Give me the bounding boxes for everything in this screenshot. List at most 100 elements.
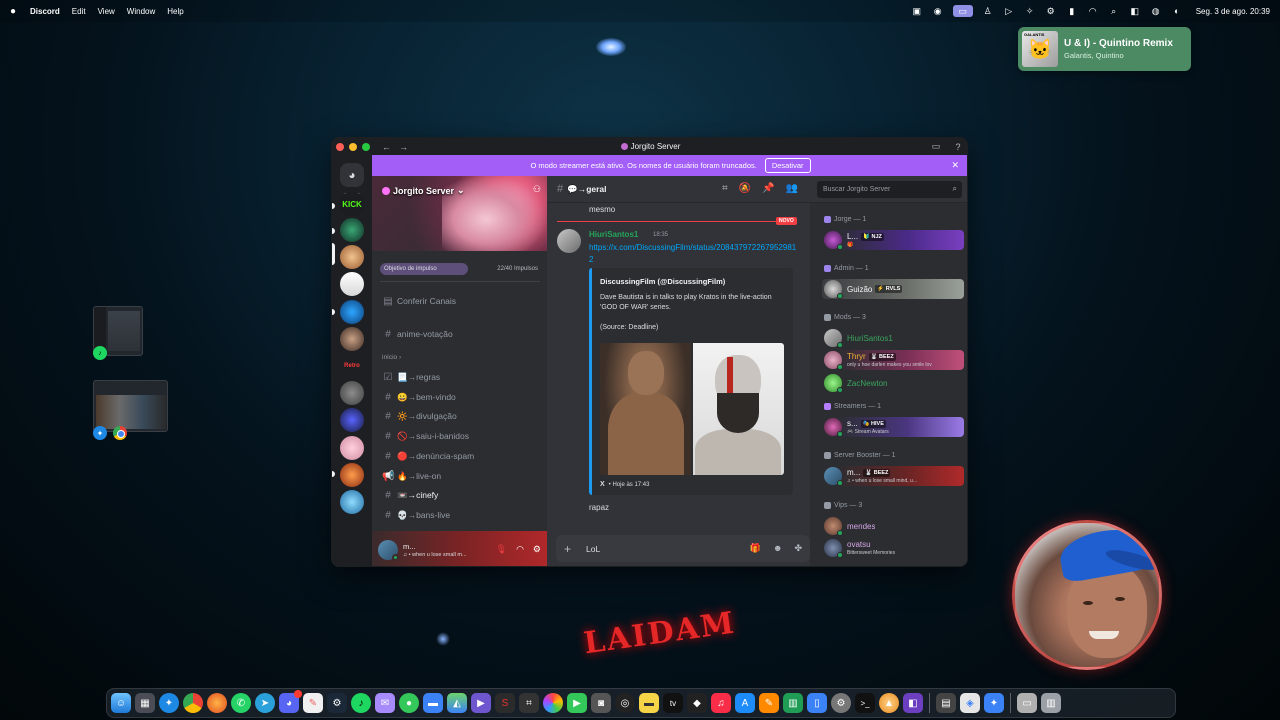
maps-icon[interactable]: ◭ (447, 693, 467, 713)
safari-icon[interactable]: ✦ (159, 693, 179, 713)
channel-bans-live[interactable]: # 💀→bans-live (380, 507, 540, 523)
apple-menu-icon[interactable]: ● (10, 6, 20, 17)
mail-icon[interactable]: ✉ (375, 693, 395, 713)
avatar[interactable] (557, 229, 581, 253)
forward-arrow-icon[interactable]: → (399, 142, 408, 152)
trash-icon[interactable]: ▥ (1041, 693, 1061, 713)
app-menu[interactable]: Discord (30, 7, 60, 16)
downloads-icon[interactable]: ◈ (960, 693, 980, 713)
browse-channels[interactable]: ▤ Conferir Canais (380, 293, 540, 309)
menu-view[interactable]: View (98, 7, 115, 16)
camera-icon[interactable]: ◙ (591, 693, 611, 713)
photos-icon[interactable] (543, 693, 563, 713)
member-item[interactable]: ovatsu Bittersweet Memories (822, 538, 964, 558)
channel-cinefy[interactable]: # 📼→cinefy (380, 487, 540, 503)
menu-help[interactable]: Help (167, 7, 183, 16)
server-kick[interactable]: KICK (340, 192, 364, 216)
pencil-icon[interactable]: ✎ (759, 693, 779, 713)
notification-muted-icon[interactable]: 🔕 (739, 183, 751, 194)
gift-icon[interactable]: 🎁 (750, 543, 761, 554)
disable-streamer-button[interactable]: Desativar (764, 158, 811, 173)
server-retro[interactable]: Retro (340, 354, 364, 378)
server-orange[interactable] (340, 463, 364, 487)
close-icon[interactable]: ✕ (951, 160, 959, 171)
control-center-icon[interactable]: ◧ (1129, 5, 1141, 17)
discord-home-icon[interactable]: ◕ (340, 163, 364, 187)
member-item[interactable]: Thryr 🐰 BEEZ only u hoe darlen makes you s… (822, 350, 964, 370)
steam-icon[interactable]: ⚙ (327, 693, 347, 713)
invite-icon[interactable]: ⚇ (533, 184, 541, 195)
shortcuts-icon[interactable]: ◆ (687, 693, 707, 713)
search-icon[interactable]: ⌕ (1108, 5, 1120, 17)
search-input[interactable]: Buscar Jorgito Server ⌕ (817, 181, 962, 198)
headphones-icon[interactable]: ◠ (516, 544, 524, 555)
server-cyan[interactable] (340, 490, 364, 514)
screenshot-icon[interactable]: ⌗ (519, 693, 539, 713)
zoom-window-button[interactable] (362, 142, 370, 151)
stickies-icon[interactable]: ▬ (639, 693, 659, 713)
sublime-icon[interactable]: S (495, 693, 515, 713)
message-author[interactable]: HiuriSantos1 (589, 230, 638, 239)
server-jorgito[interactable] (340, 245, 364, 269)
battery-icon[interactable]: ▮ (1066, 5, 1078, 17)
menu-edit[interactable]: Edit (72, 7, 86, 16)
nova-icon[interactable]: ◧ (903, 693, 923, 713)
close-window-button[interactable] (336, 142, 344, 151)
folder-icon[interactable]: ▭ (1017, 693, 1037, 713)
minimize-window-button[interactable] (349, 142, 357, 151)
channel-live-on[interactable]: 📢 🔥→live-on (380, 468, 540, 484)
menubar-clock[interactable]: Seg. 3 de ago. 20:39 (1196, 7, 1270, 16)
channel-denuncia-spam[interactable]: # 🔴→denúncia-spam (380, 448, 540, 464)
facetime-icon[interactable]: ▶ (567, 693, 587, 713)
window-thumbnail-2[interactable] (93, 380, 168, 432)
telegram-icon[interactable]: ➤ (255, 693, 275, 713)
inbox-icon[interactable]: ▭ (931, 141, 941, 152)
arrows-icon[interactable]: ✧ (1024, 5, 1036, 17)
category-inicio[interactable]: início › (382, 354, 401, 361)
preview-icon[interactable]: ▯ (807, 693, 827, 713)
server-purple[interactable] (340, 408, 364, 432)
numbers-icon[interactable]: ▥ (783, 693, 803, 713)
server-face[interactable] (340, 327, 364, 351)
embed-author[interactable]: DiscussingFilm (@DiscussingFilm) (600, 277, 725, 286)
embed-image-kratos[interactable] (693, 343, 784, 475)
add-attachment-icon[interactable]: + (564, 542, 578, 556)
message-composer[interactable]: + LoL 🎁 ☻ ✤ (556, 535, 810, 562)
firefox-icon[interactable] (207, 693, 227, 713)
help-icon[interactable]: ? (953, 142, 963, 152)
play-icon[interactable]: ▷ (1003, 5, 1015, 17)
tv-icon[interactable]: tv (663, 693, 683, 713)
trash-app-icon[interactable]: ▤ (936, 693, 956, 713)
siri-icon[interactable]: ◍ (1150, 5, 1162, 17)
channel-bem-vindo[interactable]: # 😀→bem-vindo (380, 389, 540, 405)
notification-icon[interactable]: ◐ (1171, 5, 1183, 17)
emoji-icon[interactable]: ☻ (773, 543, 782, 554)
server-white[interactable] (340, 272, 364, 296)
controls-icon[interactable]: ⚙ (1045, 5, 1057, 17)
server-blue[interactable] (340, 300, 364, 324)
discord-icon[interactable]: ◕ (279, 690, 302, 713)
member-item[interactable]: mendes (822, 516, 964, 536)
vlc-icon[interactable]: ▲ (879, 693, 899, 713)
notion-icon[interactable]: ▶ (471, 693, 491, 713)
member-item[interactable]: m... 🐰 BEEZ ♫ • when u lose small mind, u.… (822, 466, 964, 486)
app-store-icon[interactable]: A (735, 693, 755, 713)
display-icon[interactable]: ▭ (952, 5, 973, 17)
member-item[interactable]: L... 🔰 NJZ 🎁 (822, 230, 964, 250)
notes-icon[interactable]: ▬ (423, 693, 443, 713)
gear-icon[interactable]: ⚙ (533, 544, 541, 555)
now-playing-widget[interactable]: GALANTIS 🐱 U & I) - Quintino Remix Galan… (1018, 27, 1191, 71)
spotify-icon[interactable]: ♪ (351, 693, 371, 713)
menu-window[interactable]: Window (127, 7, 155, 16)
server-gray[interactable] (340, 381, 364, 405)
member-item[interactable]: Guizão ⚡ RVLS (822, 279, 964, 299)
server-green[interactable] (340, 218, 364, 242)
record-icon[interactable]: ◉ (932, 5, 944, 17)
music-icon[interactable]: ♫ (711, 693, 731, 713)
pin-icon[interactable]: 📌 (762, 183, 774, 194)
back-arrow-icon[interactable]: ← (382, 142, 391, 152)
safari-folder-icon[interactable]: ✦ (984, 693, 1004, 713)
member-item[interactable]: s... 🎭 HIVE 🎮 Stream Avatars (822, 417, 964, 437)
member-item[interactable]: ZacNewton (822, 373, 964, 393)
whatsapp-icon[interactable]: ✆ (231, 693, 251, 713)
